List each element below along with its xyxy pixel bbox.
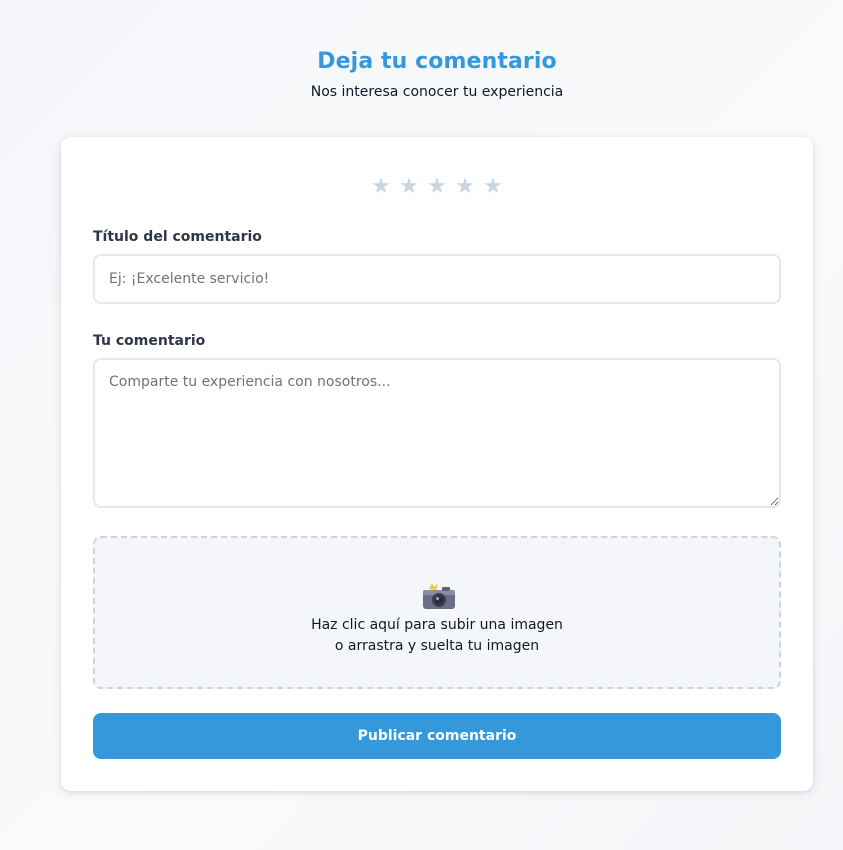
page-title: Deja tu comentario bbox=[317, 49, 557, 74]
publish-comment-button[interactable]: Publicar comentario bbox=[93, 713, 781, 759]
title-field-label: Título del comentario bbox=[93, 229, 262, 245]
upload-instruction-line2: o arrastra y suelta tu imagen bbox=[334, 638, 540, 654]
star-icon-2[interactable]: ★ bbox=[395, 174, 423, 200]
comment-form-card: ★ ★ ★ ★ ★ Título del comentario Tu comen… bbox=[61, 137, 813, 791]
image-upload-dropzone[interactable]: Haz clic aquí para subir una imagen o ar… bbox=[93, 536, 781, 689]
title-input[interactable] bbox=[93, 254, 781, 304]
star-icon-3[interactable]: ★ bbox=[423, 174, 451, 200]
page-header: Deja tu comentario Nos interesa conocer … bbox=[0, 46, 843, 102]
camera-icon bbox=[423, 583, 455, 609]
star-icon-1[interactable]: ★ bbox=[367, 174, 395, 200]
star-icon-4[interactable]: ★ bbox=[451, 174, 479, 200]
comment-textarea[interactable] bbox=[93, 358, 781, 508]
star-icon-5[interactable]: ★ bbox=[479, 174, 507, 200]
star-rating: ★ ★ ★ ★ ★ bbox=[61, 174, 813, 200]
upload-instruction-line1: Haz clic aquí para subir una imagen bbox=[311, 617, 563, 633]
comment-field-label: Tu comentario bbox=[93, 333, 206, 349]
page-subtitle: Nos interesa conocer tu experiencia bbox=[310, 84, 564, 100]
